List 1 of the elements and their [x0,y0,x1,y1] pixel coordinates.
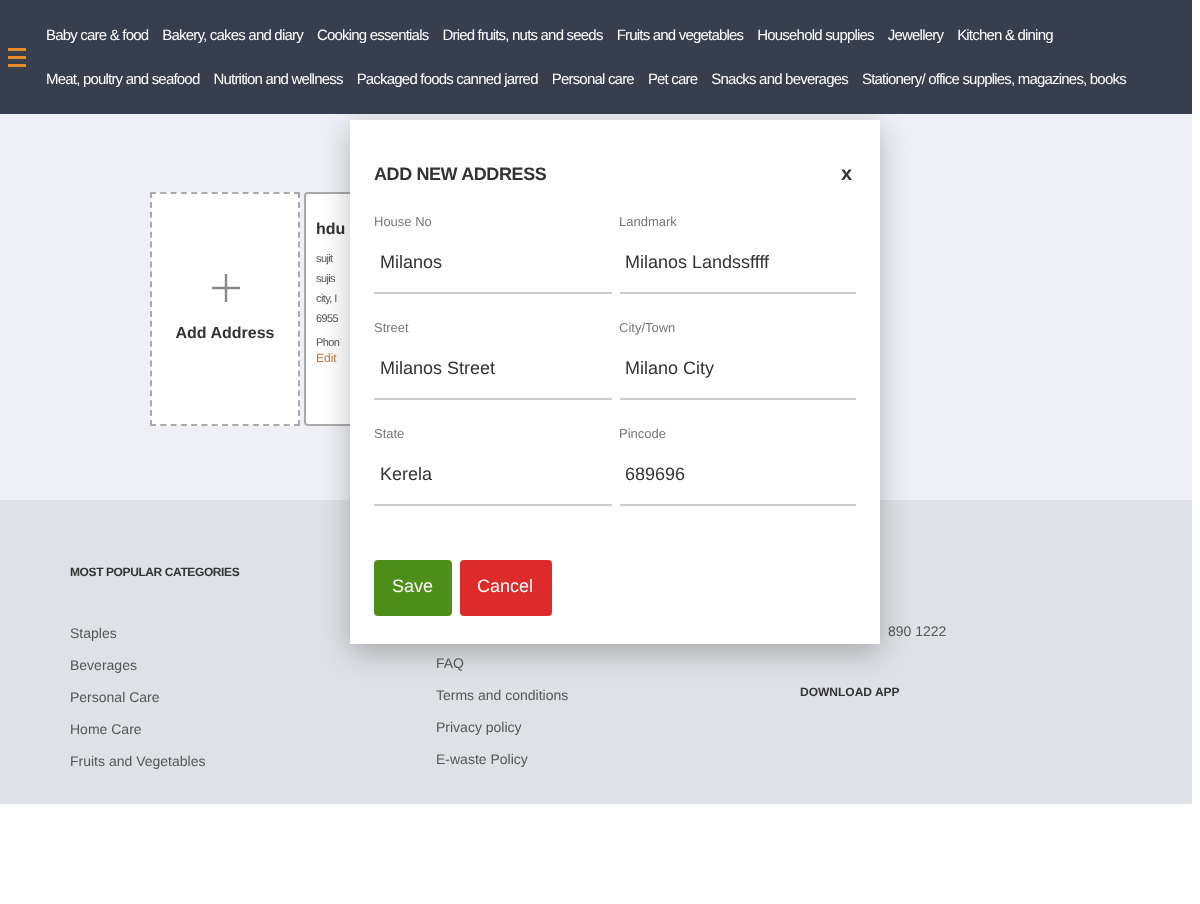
modal-title: ADD NEW ADDRESS [374,161,547,188]
